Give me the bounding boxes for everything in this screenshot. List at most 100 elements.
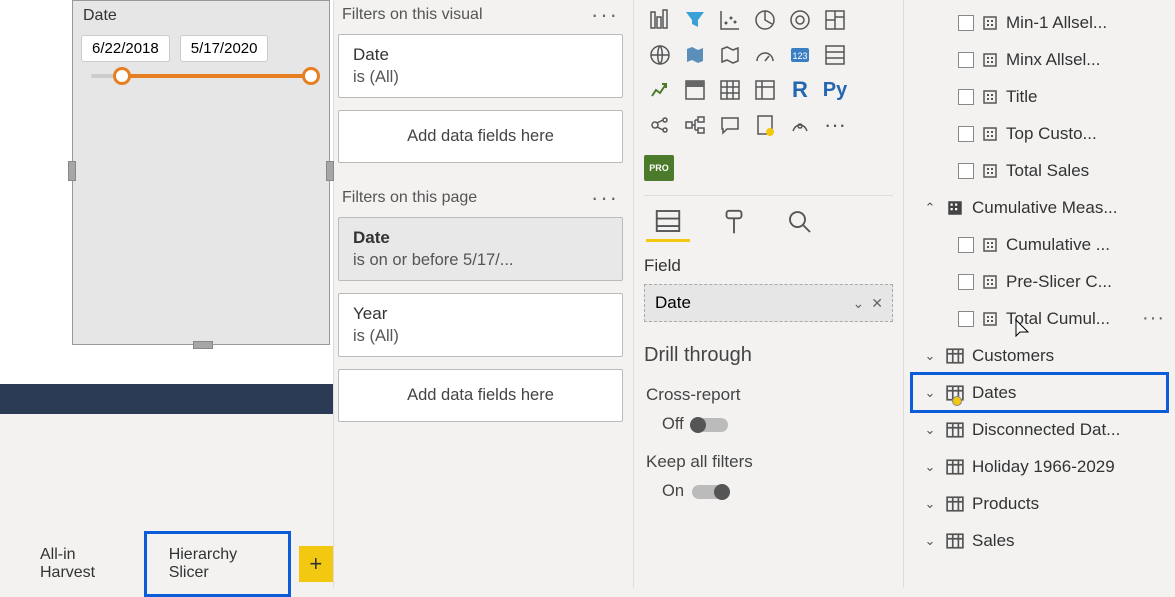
slicer-icon[interactable] — [679, 74, 711, 106]
more-icon[interactable]: ··· — [591, 193, 619, 203]
table-icon[interactable] — [714, 74, 746, 106]
date-end-input[interactable]: 5/17/2020 — [180, 35, 269, 62]
shape-map-icon[interactable] — [714, 39, 746, 71]
field-measure[interactable]: Total Sales — [908, 152, 1175, 189]
key-influencers-icon[interactable] — [644, 109, 676, 141]
chevron-down-icon[interactable]: ⌄ — [922, 422, 938, 438]
filter-condition: is (All) — [353, 327, 399, 345]
viz-gallery: 123 R Py ··· — [644, 0, 893, 149]
field-measure[interactable]: Total Cumul...··· — [908, 300, 1175, 337]
chevron-down-icon[interactable]: ⌄ — [922, 533, 938, 549]
field-table-dates[interactable]: ⌄Dates — [908, 374, 1175, 411]
date-start-input[interactable]: 6/22/2018 — [81, 35, 170, 62]
slider-handle-start[interactable] — [113, 67, 131, 85]
drillthrough-heading: Drill through — [644, 340, 893, 381]
chevron-up-icon[interactable]: ⌃ — [922, 200, 938, 216]
card-icon[interactable]: 123 — [784, 39, 816, 71]
analytics-tab[interactable] — [778, 202, 822, 242]
filters-visual-heading: Filters on this visual — [342, 6, 483, 24]
python-visual-icon[interactable]: Py — [819, 74, 851, 106]
field-measure[interactable]: Min-1 Allsel... — [908, 4, 1175, 41]
cross-report-toggle[interactable]: Off — [662, 415, 728, 434]
report-canvas[interactable]: Date 6/22/2018 5/17/2020 — [0, 0, 333, 588]
date-slider[interactable] — [91, 74, 311, 78]
field-well-heading: Field — [644, 256, 893, 284]
field-more-icon[interactable]: ··· — [1142, 307, 1165, 330]
arcgis-icon[interactable] — [784, 109, 816, 141]
field-table[interactable]: ⌄Products — [908, 485, 1175, 522]
chevron-down-icon[interactable]: ⌄ — [922, 459, 938, 475]
filter-condition: is on or before 5/17/... — [353, 251, 514, 269]
checkbox[interactable] — [958, 237, 974, 253]
checkbox[interactable] — [958, 15, 974, 31]
format-tab[interactable] — [712, 202, 756, 242]
filters-pane: Filters on this visual ··· Date is (All)… — [333, 0, 633, 588]
gauge-icon[interactable] — [749, 39, 781, 71]
page-tab[interactable]: All-in Harvest — [18, 534, 144, 594]
treemap-icon[interactable] — [819, 4, 851, 36]
paginated-icon[interactable] — [749, 109, 781, 141]
map-icon[interactable] — [644, 39, 676, 71]
field-well-item[interactable]: Date ⌄ ✕ — [644, 284, 893, 322]
chevron-down-icon[interactable]: ⌄ — [853, 295, 864, 311]
field-measure[interactable]: Top Custo... — [908, 115, 1175, 152]
r-visual-icon[interactable]: R — [784, 74, 816, 106]
chevron-down-icon[interactable]: ⌄ — [922, 385, 938, 401]
funnel-icon[interactable] — [679, 4, 711, 36]
filter-field-name: Year — [353, 304, 608, 324]
field-measure[interactable]: Title — [908, 78, 1175, 115]
scatter-icon[interactable] — [714, 4, 746, 36]
add-page-button[interactable]: + — [299, 546, 333, 582]
in-use-indicator-icon — [952, 396, 962, 406]
filter-drop-zone[interactable]: Add data fields here — [338, 110, 623, 163]
remove-field-icon[interactable]: ✕ — [871, 295, 882, 311]
field-table[interactable]: ⌄Customers — [908, 337, 1175, 374]
checkbox[interactable] — [958, 311, 974, 327]
slider-handle-end[interactable] — [302, 67, 320, 85]
checkbox[interactable] — [958, 163, 974, 179]
filter-card[interactable]: Year is (All) — [338, 293, 623, 357]
field-table[interactable]: ⌄Disconnected Dat... — [908, 411, 1175, 448]
canvas-dark-strip — [0, 384, 333, 414]
resize-handle[interactable] — [68, 161, 76, 181]
checkbox[interactable] — [958, 52, 974, 68]
donut-icon[interactable] — [784, 4, 816, 36]
field-measure[interactable]: Minx Allsel... — [908, 41, 1175, 78]
filter-drop-zone[interactable]: Add data fields here — [338, 369, 623, 422]
page-tab-active[interactable]: Hierarchy Slicer — [144, 531, 291, 597]
field-well-value: Date — [655, 293, 691, 313]
fields-tab[interactable] — [646, 202, 690, 242]
pie-icon[interactable] — [749, 4, 781, 36]
pro-visual-icon[interactable]: PRO — [644, 155, 674, 181]
visualizations-pane: 123 R Py ··· PRO Field Date — [633, 0, 903, 588]
keep-filters-label: Keep all filters — [646, 452, 891, 472]
resize-handle[interactable] — [193, 341, 213, 349]
kpi-icon[interactable] — [644, 74, 676, 106]
qa-icon[interactable] — [714, 109, 746, 141]
more-icon[interactable]: ··· — [591, 10, 619, 20]
checkbox[interactable] — [958, 274, 974, 290]
page-tabs: All-in Harvest Hierarchy Slicer + — [0, 540, 333, 588]
resize-handle[interactable] — [326, 161, 334, 181]
filter-card[interactable]: Date is (All) — [338, 34, 623, 98]
clustered-bar-icon[interactable] — [644, 4, 676, 36]
field-measure[interactable]: Pre-Slicer C... — [908, 263, 1175, 300]
field-measure[interactable]: Cumulative ... — [908, 226, 1175, 263]
checkbox[interactable] — [958, 89, 974, 105]
checkbox[interactable] — [958, 126, 974, 142]
slicer-visual[interactable]: Date 6/22/2018 5/17/2020 — [72, 0, 330, 345]
field-group[interactable]: ⌃Cumulative Meas... — [908, 189, 1175, 226]
decomposition-icon[interactable] — [679, 109, 711, 141]
more-visuals-icon[interactable]: ··· — [819, 109, 851, 141]
matrix-icon[interactable] — [749, 74, 781, 106]
field-table[interactable]: ⌄Sales — [908, 522, 1175, 559]
field-table[interactable]: ⌄Holiday 1966-2029 — [908, 448, 1175, 485]
filled-map-icon[interactable] — [679, 39, 711, 71]
svg-text:123: 123 — [792, 51, 807, 61]
filter-card[interactable]: Date is on or before 5/17/... — [338, 217, 623, 281]
filters-page-heading: Filters on this page — [342, 189, 477, 207]
keep-filters-toggle[interactable]: On — [662, 482, 728, 501]
chevron-down-icon[interactable]: ⌄ — [922, 348, 938, 364]
chevron-down-icon[interactable]: ⌄ — [922, 496, 938, 512]
multi-card-icon[interactable] — [819, 39, 851, 71]
